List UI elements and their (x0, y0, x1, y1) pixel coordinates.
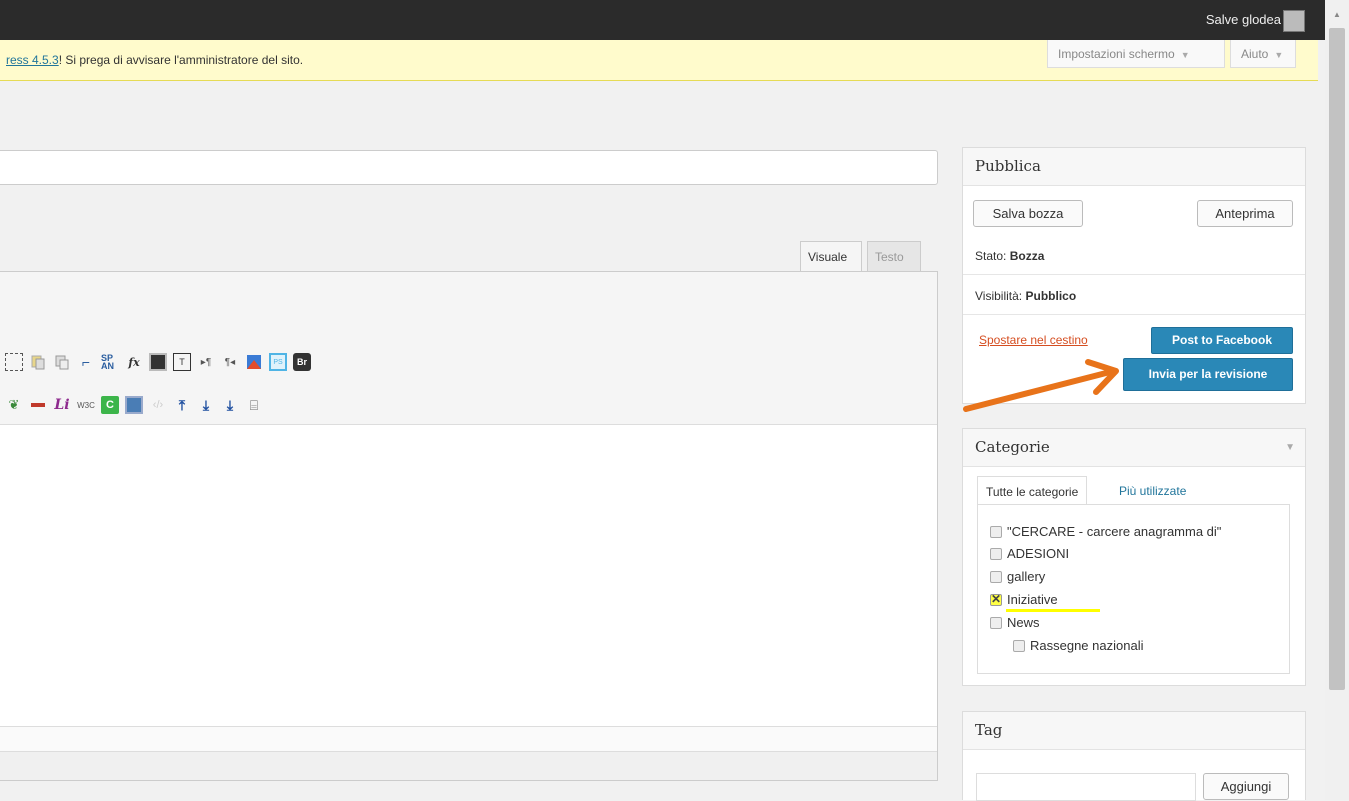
tab-text[interactable]: Testo (867, 241, 921, 272)
category-item[interactable]: Rassegne nazionali (1013, 638, 1143, 653)
tags-box-title[interactable]: Tag (963, 712, 1305, 750)
scrollbar-thumb[interactable] (1329, 28, 1345, 690)
help-label: Aiuto (1241, 47, 1269, 61)
scroll-up-icon[interactable]: ▲ (1333, 10, 1341, 19)
tab-most-used[interactable]: Più utilizzate (1111, 476, 1194, 506)
rtl-icon[interactable]: ¶◂ (221, 353, 239, 371)
w3c-icon[interactable]: W3C (77, 396, 95, 414)
category-item[interactable]: gallery (990, 569, 1045, 584)
avatar[interactable] (1283, 10, 1305, 32)
submit-for-review-button[interactable]: Invia per la revisione (1123, 358, 1293, 391)
paste-icon[interactable] (29, 353, 47, 371)
category-label: News (1007, 615, 1040, 630)
visibility-row: Visibilità: Pubblico (975, 289, 1076, 303)
divider (963, 314, 1305, 315)
map-icon[interactable] (125, 396, 143, 414)
li-icon[interactable]: Li (53, 396, 71, 414)
chevron-down-icon: ▼ (1274, 50, 1284, 60)
status-row: Stato: Bozza (975, 249, 1044, 263)
page-scrollbar[interactable]: ▲ (1325, 0, 1349, 800)
link-icon[interactable]: ❦ (5, 396, 23, 414)
preview-button[interactable]: Anteprima (1197, 200, 1293, 227)
visibility-label: Visibilità: (975, 289, 1023, 303)
admin-bar: Salve glodea (0, 0, 1325, 40)
category-checkbox[interactable] (1013, 639, 1025, 652)
notice-text: ress 4.5.3! Si prega di avvisare l'ammin… (6, 53, 303, 67)
copy-icon[interactable] (53, 353, 71, 371)
span-icon[interactable]: SP AN (101, 353, 119, 371)
category-label: Rassegne nazionali (1030, 638, 1144, 653)
tab-all-categories[interactable]: Tutte le categorie (977, 476, 1088, 506)
category-checkbox[interactable] (990, 616, 1002, 629)
image-icon[interactable] (245, 353, 263, 371)
br-icon[interactable]: Br (293, 353, 311, 371)
insert-table-icon[interactable]: ⤓ (221, 396, 239, 414)
editor-toolbar: ⌐ SP AN fx T ▸¶ ¶◂ PS Br ❦ Li W3C C ‹/› … (0, 272, 937, 425)
formula-icon[interactable]: fx (125, 353, 143, 371)
category-checkbox[interactable] (990, 525, 1002, 538)
highlight-underline (1006, 609, 1100, 612)
category-item[interactable]: News (990, 615, 1040, 630)
post-title-input[interactable] (0, 150, 938, 185)
annotation-arrow-icon (963, 359, 1119, 412)
hr-icon[interactable] (29, 396, 47, 414)
category-item[interactable]: "CERCARE - carcere anagramma di" (990, 524, 1221, 539)
editor-word-count-bar (0, 751, 937, 780)
insert-below-icon[interactable]: ⤓ (197, 396, 215, 414)
category-checkbox[interactable] (990, 570, 1002, 583)
save-draft-button[interactable]: Salva bozza (973, 200, 1083, 227)
add-tag-button[interactable]: Aggiungi (1203, 773, 1289, 800)
category-label: ADESIONI (1007, 546, 1070, 561)
ps-icon[interactable]: PS (269, 353, 287, 371)
insert-above-icon[interactable]: ⤒ (173, 396, 191, 414)
crop-icon[interactable]: ⌐ (77, 353, 95, 371)
category-label: gallery (1007, 569, 1046, 584)
move-to-trash-link[interactable]: Spostare nel cestino (979, 333, 1088, 347)
break-icon[interactable]: ⌸ (245, 396, 263, 414)
c-icon[interactable]: C (101, 396, 119, 414)
textbox-icon[interactable]: T (173, 353, 191, 371)
code-icon[interactable]: ‹/› (149, 396, 167, 414)
select-icon[interactable] (5, 353, 23, 371)
user-greeting[interactable]: Salve glodea (1206, 12, 1281, 27)
category-label: Iniziative (1007, 592, 1058, 607)
visibility-value: Pubblico (1025, 289, 1077, 303)
toolbar-row-1: ⌐ SP AN fx T ▸¶ ¶◂ PS Br (5, 351, 317, 373)
post-editor[interactable]: ⌐ SP AN fx T ▸¶ ¶◂ PS Br ❦ Li W3C C ‹/› … (0, 271, 938, 781)
screen-options-label: Impostazioni schermo (1058, 47, 1175, 61)
toolbar-row-2: ❦ Li W3C C ‹/› ⤒ ⤓ ⤓ ⌸ (5, 394, 269, 416)
categories-box-header[interactable]: Categorie ▼ (963, 429, 1305, 467)
status-value: Bozza (1009, 249, 1045, 263)
status-label: Stato: (975, 249, 1007, 263)
qr-icon[interactable] (149, 353, 167, 371)
tag-input[interactable] (976, 773, 1196, 801)
post-to-facebook-button[interactable]: Post to Facebook (1151, 327, 1293, 354)
editor-status-bar (0, 726, 937, 752)
category-item[interactable]: ADESIONI (990, 546, 1069, 561)
category-item[interactable]: ✕ Iniziative (990, 592, 1058, 607)
category-label: "CERCARE - carcere anagramma di" (1007, 524, 1222, 539)
chevron-down-icon[interactable]: ▼ (1285, 429, 1295, 466)
category-checkbox-checked[interactable]: ✕ (990, 593, 1002, 606)
screen-options-button[interactable]: Impostazioni schermo ▼ (1047, 40, 1225, 68)
category-checkbox[interactable] (990, 547, 1002, 560)
help-button[interactable]: Aiuto ▼ (1230, 40, 1296, 68)
divider (963, 274, 1305, 275)
update-link[interactable]: ress 4.5.3 (6, 53, 59, 67)
tab-visual[interactable]: Visuale (800, 241, 862, 272)
publish-box-title[interactable]: Pubblica (963, 148, 1305, 186)
ltr-icon[interactable]: ▸¶ (197, 353, 215, 371)
notice-message: ! Si prega di avvisare l'amministratore … (58, 53, 304, 67)
categories-box-title: Categorie (975, 438, 1050, 456)
chevron-down-icon: ▼ (1180, 50, 1190, 60)
